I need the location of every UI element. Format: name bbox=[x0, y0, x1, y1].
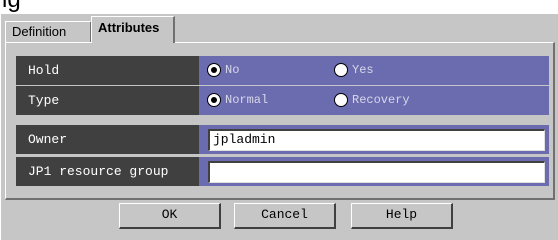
radio-unselected-icon bbox=[334, 93, 348, 107]
type-label: Type bbox=[16, 86, 199, 115]
type-recovery-label: Recovery bbox=[352, 93, 410, 107]
type-normal-label: Normal bbox=[225, 93, 269, 107]
dialog-window: Definition Attributes Hold No Yes Type N… bbox=[0, 14, 558, 240]
attributes-panel: Hold No Yes Type Normal Recovery Owner j… bbox=[5, 42, 555, 200]
heading-fragment: ig bbox=[2, 0, 21, 12]
jp1-resource-group-label: JP1 resource group bbox=[16, 157, 199, 186]
hold-no-label: No bbox=[225, 63, 240, 77]
radio-selected-icon bbox=[207, 63, 221, 77]
hold-yes-label: Yes bbox=[352, 63, 374, 77]
jp1-resource-group-row: JP1 resource group bbox=[16, 157, 549, 186]
partial-heading-text: ig bbox=[0, 0, 558, 14]
ok-button[interactable]: OK bbox=[119, 203, 221, 229]
cancel-button[interactable]: Cancel bbox=[234, 203, 336, 229]
help-button[interactable]: Help bbox=[351, 203, 453, 229]
tab-attributes[interactable]: Attributes bbox=[91, 16, 175, 43]
jp1-resource-group-field[interactable] bbox=[208, 161, 545, 183]
radio-unselected-icon bbox=[334, 63, 348, 77]
owner-field[interactable]: jpladmin bbox=[208, 129, 545, 151]
hold-row: Hold No Yes bbox=[16, 56, 549, 85]
hold-label: Hold bbox=[16, 56, 199, 85]
radio-selected-icon bbox=[207, 93, 221, 107]
owner-label: Owner bbox=[16, 125, 199, 154]
owner-row: Owner jpladmin bbox=[16, 125, 549, 154]
type-row: Type Normal Recovery bbox=[16, 86, 549, 115]
tab-definition[interactable]: Definition bbox=[5, 21, 92, 42]
